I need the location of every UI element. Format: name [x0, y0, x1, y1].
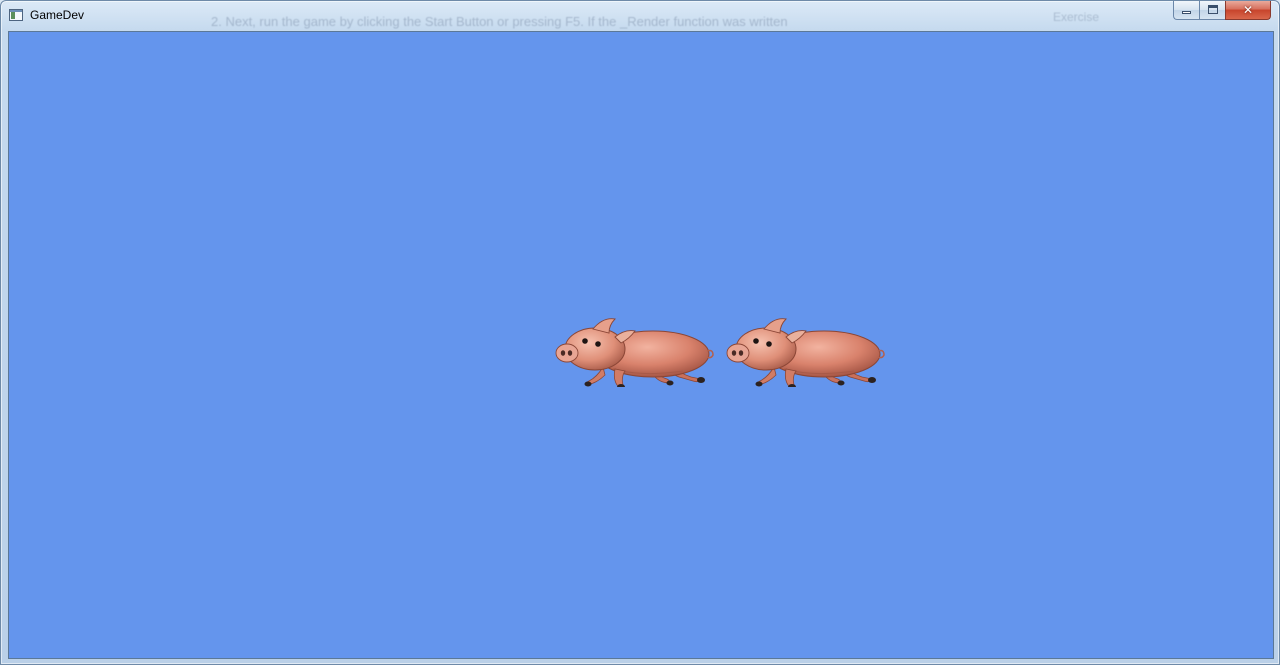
game-canvas[interactable]	[8, 31, 1274, 659]
background-blur-text: 2. Next, run the game by clicking the St…	[211, 14, 788, 29]
background-blur-text-right: Exercise	[1053, 10, 1100, 24]
caption-buttons: ✕	[1173, 1, 1271, 21]
title-bar[interactable]: 2. Next, run the game by clicking the St…	[1, 1, 1279, 30]
app-icon[interactable]	[9, 9, 23, 21]
close-icon: ✕	[1242, 3, 1254, 17]
maximize-icon	[1208, 5, 1218, 14]
pig-sprite-2	[726, 318, 885, 387]
pig-sprite-1	[555, 318, 714, 387]
game-window: 2. Next, run the game by clicking the St…	[0, 0, 1280, 665]
close-button[interactable]: ✕	[1225, 1, 1271, 20]
maximize-button[interactable]	[1199, 1, 1225, 20]
minimize-icon	[1182, 11, 1191, 14]
window-title: GameDev	[30, 8, 85, 22]
minimize-button[interactable]	[1173, 1, 1199, 20]
